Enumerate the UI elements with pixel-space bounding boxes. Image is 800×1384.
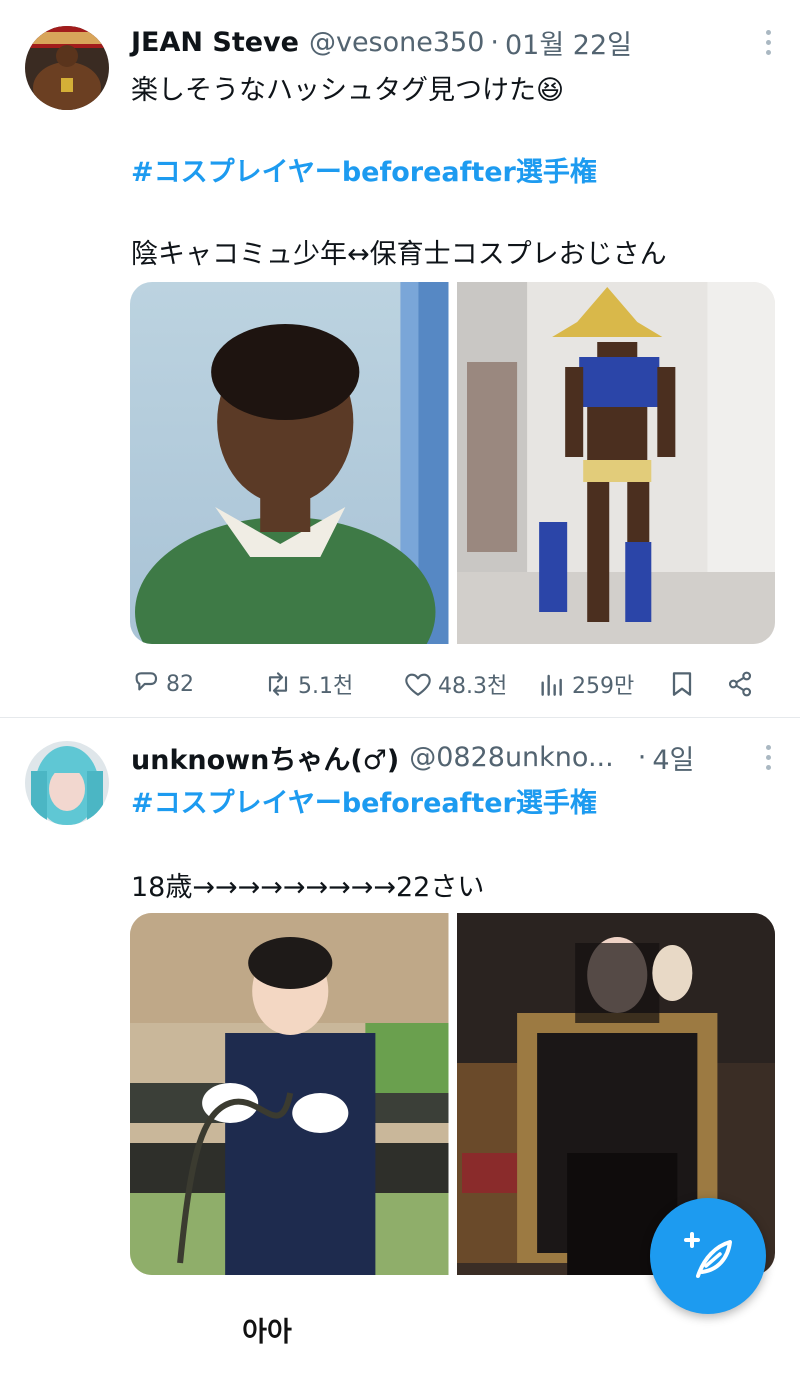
- tweet-text: 18歳→→→→→→→→→22さい: [131, 872, 485, 903]
- feather-plus-icon: [684, 1232, 732, 1278]
- bookmark-icon: [672, 672, 692, 696]
- compose-button[interactable]: [650, 1198, 766, 1314]
- view-count: 259만: [572, 674, 635, 699]
- user-handle[interactable]: @0828unkno...: [409, 742, 613, 773]
- tweet[interactable]: JEAN Steve @vesone350 · 01월 22일 楽しそうなハッシ…: [0, 0, 800, 718]
- retweet-button[interactable]: 5.1천: [262, 668, 402, 700]
- like-count: 48.3천: [438, 674, 508, 699]
- caption-text: 아아: [242, 1317, 292, 1348]
- heart-icon: [405, 673, 431, 696]
- tweet-header: JEAN Steve @vesone350 · 01월 22일: [131, 22, 780, 62]
- tweet-text: 陰キャコミュ少年↔保育士コスプレおじさん: [131, 239, 667, 270]
- views-button[interactable]: 259만: [536, 668, 666, 700]
- speech-bubble-icon: [135, 672, 158, 691]
- hashtag-link[interactable]: #コスプレイヤーbeforeafter選手権: [131, 781, 597, 820]
- separator-dot: ·: [637, 741, 647, 773]
- display-name[interactable]: JEAN Steve: [131, 27, 299, 58]
- tweet[interactable]: unknownちゃん(♂) @0828unkno... · 4일 #コスプレイヤ…: [0, 719, 800, 1279]
- bar-chart-icon: [541, 674, 562, 696]
- tweet-text: 楽しそうなハッシュタグ見つけた😆: [131, 75, 565, 106]
- retweet-icon: [268, 672, 288, 696]
- avatar[interactable]: [25, 741, 109, 825]
- tweet-image[interactable]: [130, 913, 449, 1275]
- more-vertical-icon[interactable]: [756, 741, 780, 773]
- user-handle[interactable]: @vesone350: [309, 27, 484, 58]
- separator-dot: ·: [490, 26, 499, 58]
- tweet-image[interactable]: [130, 282, 449, 644]
- hashtag-link[interactable]: #コスプレイヤーbeforeafter選手権: [131, 150, 597, 189]
- bookmark-button[interactable]: [666, 668, 724, 700]
- tweet-header: unknownちゃん(♂) @0828unkno... · 4일: [131, 737, 780, 777]
- tweet-date[interactable]: 01월 22일: [505, 23, 632, 62]
- retweet-count: 5.1천: [298, 674, 354, 699]
- tweet-image[interactable]: [456, 282, 775, 644]
- more-vertical-icon[interactable]: [756, 26, 780, 58]
- share-icon: [728, 671, 752, 697]
- share-button[interactable]: [724, 668, 756, 700]
- like-button[interactable]: 48.3천: [402, 668, 536, 700]
- media-grid: [130, 282, 775, 644]
- reply-count: 82: [166, 671, 194, 697]
- display-name[interactable]: unknownちゃん(♂): [131, 738, 399, 777]
- avatar[interactable]: [25, 26, 109, 110]
- tweet-date[interactable]: 4일: [652, 738, 694, 777]
- tweet-actions: 82 5.1천 48.3천 259만: [130, 662, 764, 706]
- reply-button[interactable]: 82: [130, 668, 262, 700]
